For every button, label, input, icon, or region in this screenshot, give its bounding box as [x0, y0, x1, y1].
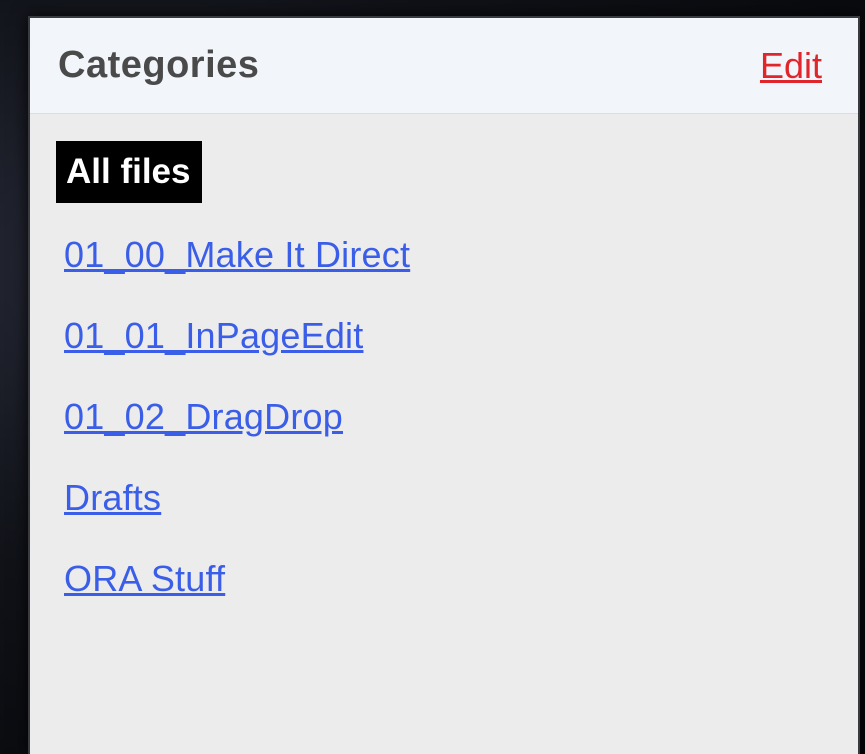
- panel-title: Categories: [58, 44, 260, 86]
- categories-panel: Categories Edit All files 01_00_Make It …: [28, 16, 860, 754]
- category-item-all-files[interactable]: All files: [56, 140, 858, 204]
- category-item: ORA Stuff: [64, 538, 858, 619]
- category-list: All files 01_00_Make It Direct 01_01_InP…: [30, 114, 858, 619]
- category-link-ora-stuff[interactable]: ORA Stuff: [64, 558, 225, 600]
- panel-header: Categories Edit: [30, 18, 858, 114]
- edit-link[interactable]: Edit: [760, 45, 822, 87]
- category-item: 01_01_InPageEdit: [64, 295, 858, 376]
- category-item: 01_02_DragDrop: [64, 376, 858, 457]
- category-link-01-01[interactable]: 01_01_InPageEdit: [64, 315, 363, 357]
- category-item: Drafts: [64, 457, 858, 538]
- category-item: 01_00_Make It Direct: [64, 214, 858, 295]
- category-link-01-00[interactable]: 01_00_Make It Direct: [64, 234, 410, 276]
- category-link-01-02[interactable]: 01_02_DragDrop: [64, 396, 343, 438]
- category-link-drafts[interactable]: Drafts: [64, 477, 161, 519]
- selected-category-label[interactable]: All files: [56, 141, 203, 203]
